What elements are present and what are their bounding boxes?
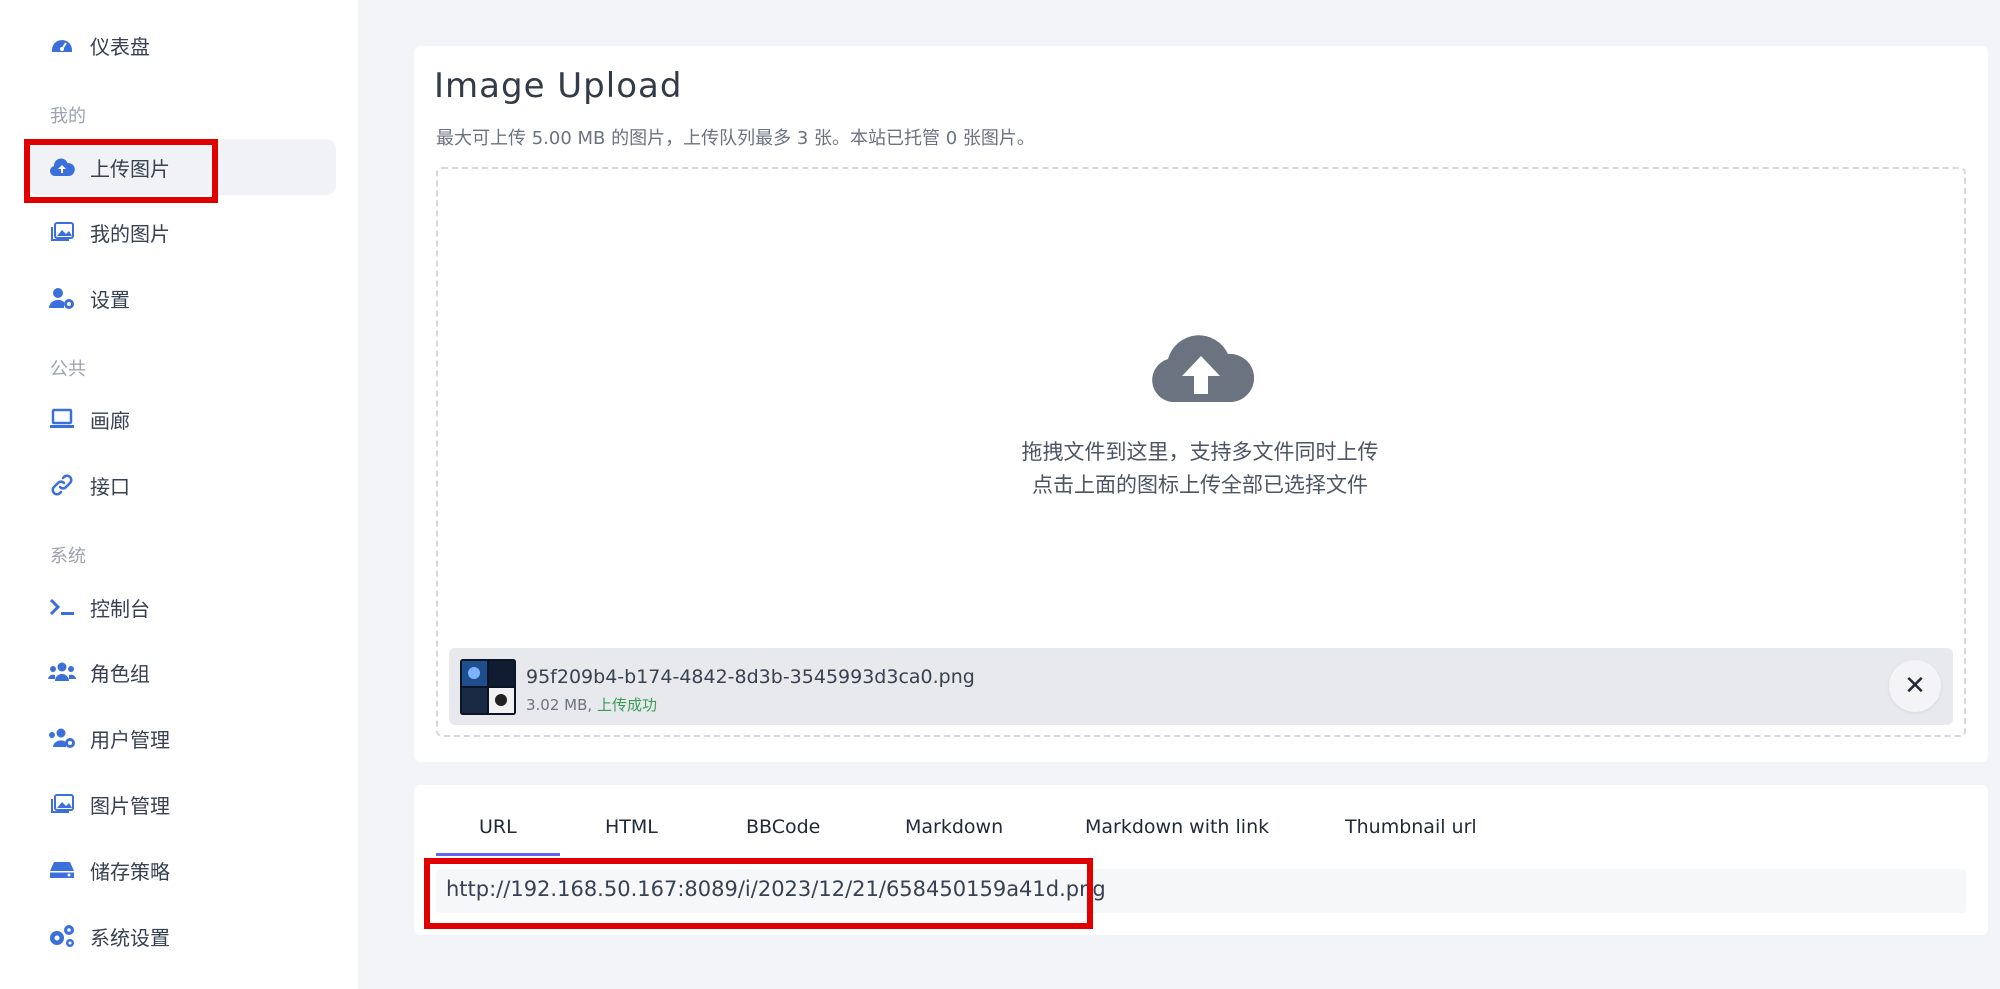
sidebar-item-system-settings[interactable]: 系统设置 <box>28 908 336 964</box>
images-icon <box>48 218 76 246</box>
image-url[interactable]: http://192.168.50.167:8089/i/2023/12/21/… <box>446 877 1106 901</box>
sidebar-item-label: 我的图片 <box>90 221 170 246</box>
sidebar-item-label: 系统设置 <box>90 925 170 950</box>
file-meta: 3.02 MB, 上传成功 <box>526 694 657 715</box>
sidebar-item-label: 仪表盘 <box>90 34 150 59</box>
users-icon <box>48 658 76 686</box>
sidebar-item-label: 控制台 <box>90 596 150 621</box>
sidebar-item-storage[interactable]: 储存策略 <box>28 842 336 898</box>
sidebar-item-upload[interactable]: 上传图片 <box>28 139 336 195</box>
hard-drive-icon <box>48 856 76 884</box>
images-icon <box>48 790 76 818</box>
tab-html[interactable]: HTML <box>605 816 658 838</box>
page-title: Image Upload <box>434 66 683 106</box>
tab-bbcode[interactable]: BBCode <box>746 816 820 838</box>
cloud-upload-icon <box>48 153 76 181</box>
section-label-mine: 我的 <box>50 106 86 127</box>
drop-hint-line1: 拖拽文件到这里，支持多文件同时上传 <box>1021 440 1379 464</box>
sidebar-item-label: 设置 <box>90 287 130 312</box>
sidebar-item-roles[interactable]: 角色组 <box>28 644 336 700</box>
sidebar-item-label: 画廊 <box>90 408 130 433</box>
tab-markdown[interactable]: Markdown <box>905 816 1003 838</box>
gauge-icon <box>48 31 76 59</box>
active-tab-indicator <box>436 853 560 856</box>
upload-limits-text: 最大可上传 5.00 MB 的图片，上传队列最多 3 张。本站已托管 0 张图片… <box>436 128 1035 149</box>
user-gear-icon <box>48 284 76 312</box>
section-label-public: 公共 <box>50 359 86 380</box>
tab-markdown-with-link[interactable]: Markdown with link <box>1085 816 1269 838</box>
sidebar-item-console[interactable]: 控制台 <box>28 579 336 635</box>
tab-url[interactable]: URL <box>479 816 517 838</box>
sidebar-item-image-management[interactable]: 图片管理 <box>28 776 336 832</box>
file-size: 3.02 MB, <box>526 696 593 714</box>
sidebar-item-users[interactable]: 用户管理 <box>28 710 336 766</box>
sidebar-item-label: 用户管理 <box>90 727 170 752</box>
sidebar-item-label: 角色组 <box>90 661 150 686</box>
file-thumbnail <box>460 659 516 715</box>
laptop-icon <box>48 405 76 433</box>
sidebar-item-dashboard[interactable]: 仪表盘 <box>28 17 336 73</box>
cogs-icon <box>48 922 76 950</box>
terminal-icon <box>48 593 76 621</box>
upload-status: 上传成功 <box>596 696 657 714</box>
sidebar-item-label: 储存策略 <box>90 859 170 884</box>
sidebar-item-my-images[interactable]: 我的图片 <box>28 204 336 260</box>
remove-file-button[interactable]: ✕ <box>1889 660 1941 712</box>
cloud-upload-icon[interactable] <box>1148 332 1255 408</box>
users-cog-icon <box>48 724 76 752</box>
sidebar-item-label: 图片管理 <box>90 793 170 818</box>
sidebar-item-label: 上传图片 <box>90 156 170 181</box>
section-label-system: 系统 <box>50 546 86 567</box>
drop-hint-line2: 点击上面的图标上传全部已选择文件 <box>1032 473 1368 497</box>
sidebar-item-settings[interactable]: 设置 <box>28 270 336 326</box>
file-name: 95f209b4-b174-4842-8d3b-3545993d3ca0.png <box>526 666 975 688</box>
close-icon: ✕ <box>1904 671 1926 701</box>
tab-thumbnail-url[interactable]: Thumbnail url <box>1345 816 1477 838</box>
